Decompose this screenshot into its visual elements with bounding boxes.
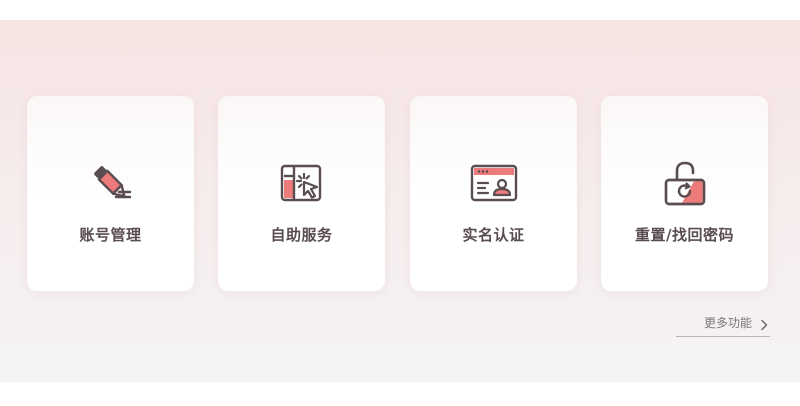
top-bar (0, 0, 800, 20)
unlock-reset-icon (660, 158, 710, 208)
self-service-cursor-icon (277, 158, 327, 208)
more-functions-link[interactable]: 更多功能 (676, 312, 770, 337)
bottom-bar (0, 382, 800, 406)
card-label: 重置/找回密码 (635, 226, 734, 244)
card-label: 自助服务 (270, 226, 333, 244)
real-name-verification-card[interactable]: 实名认证 (410, 96, 577, 291)
id-card-icon (469, 158, 519, 208)
reset-password-card[interactable]: 重置/找回密码 (601, 96, 768, 291)
pencil-icon (86, 158, 136, 208)
chevron-right-icon (760, 316, 768, 331)
card-label: 实名认证 (462, 226, 525, 244)
self-service-card[interactable]: 自助服务 (218, 96, 385, 291)
more-functions-label: 更多功能 (704, 316, 753, 330)
card-label: 账号管理 (79, 226, 142, 244)
account-management-card[interactable]: 账号管理 (27, 96, 194, 291)
